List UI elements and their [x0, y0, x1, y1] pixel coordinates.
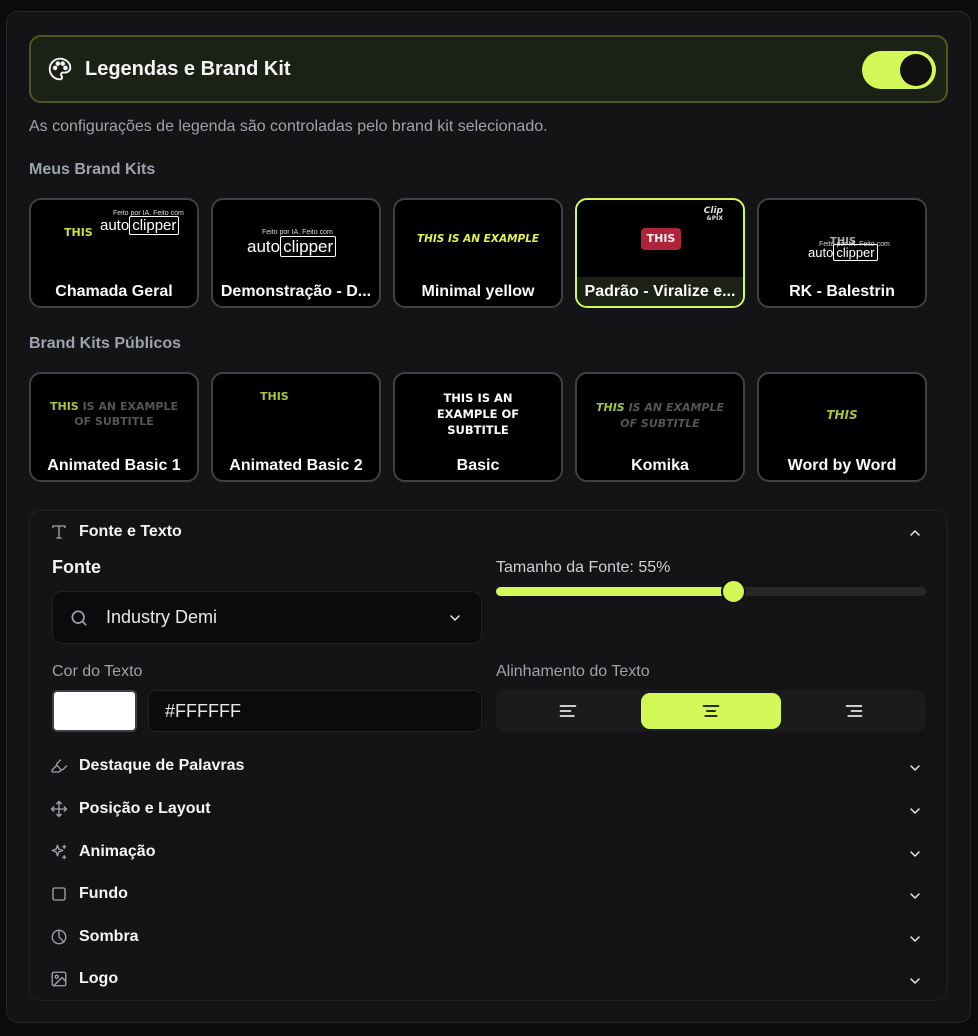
image-icon — [50, 970, 68, 988]
align-center-button[interactable] — [641, 693, 781, 729]
preview-line-2: OF SUBTITLE — [74, 415, 154, 428]
chevron-up-icon[interactable] — [907, 525, 923, 541]
kit-name: Komika — [631, 457, 689, 474]
align-right-icon — [845, 705, 863, 717]
align-center-icon — [702, 705, 720, 717]
text-color-label: Cor do Texto — [52, 663, 143, 680]
brand-kit-card[interactable]: THIS IS AN EXAMPLE Minimal yellow — [393, 198, 563, 308]
preview-text: THIS IS AN EXAMPLE — [416, 233, 540, 245]
type-icon — [50, 523, 68, 541]
public-kit-card[interactable]: THIS Word by Word — [757, 372, 927, 482]
font-section-header[interactable]: Fonte e Texto — [50, 523, 182, 541]
slider-fill — [496, 587, 733, 596]
public-kits-row: THIS IS AN EXAMPLE OF SUBTITLE Animated … — [29, 372, 927, 482]
public-kit-card[interactable]: THIS IS AN EXAMPLE OF SUBTITLE Komika — [575, 372, 745, 482]
font-select[interactable]: Industry Demi — [52, 591, 482, 644]
my-kits-row: THIS Feito por IA. Feito com auto clipper… — [29, 198, 927, 308]
sparkles-icon — [50, 843, 68, 861]
preview-line-1: THIS IS AN EXAMPLE — [49, 400, 178, 413]
move-icon — [50, 800, 68, 818]
preview-text: THIS IS AN EXAMPLE OF SUBTITLE — [436, 391, 520, 437]
kit-name: Chamada Geral — [55, 283, 173, 300]
kit-name: Word by Word — [787, 457, 897, 474]
corner-logo-sub: &PIX — [706, 215, 724, 222]
text-align-group — [496, 690, 926, 732]
chevron-down-icon[interactable] — [907, 760, 923, 776]
legendas-toggle[interactable] — [862, 51, 936, 89]
color-hex-input[interactable]: #FFFFFF — [148, 690, 482, 732]
preview-word: THIS — [826, 408, 858, 422]
toggle-knob — [900, 54, 932, 86]
chevron-down-icon[interactable] — [907, 846, 923, 862]
section-title: Legendas e Brand Kit — [85, 57, 291, 80]
preview-word: THIS — [646, 232, 676, 245]
kit-name: Minimal yellow — [421, 283, 535, 300]
shadow-circle-icon — [50, 928, 68, 946]
chevron-down-icon[interactable] — [907, 931, 923, 947]
font-section-title: Fonte e Texto — [79, 523, 182, 540]
chevron-down-icon[interactable] — [907, 803, 923, 819]
align-right-button[interactable] — [784, 693, 924, 729]
kit-name: Basic — [456, 457, 500, 474]
section-posicao-layout[interactable]: Posição e Layout — [50, 800, 211, 818]
preview-line-2: OF SUBTITLE — [620, 417, 700, 430]
autoclipper-logo: auto clipper — [100, 216, 180, 235]
brand-kit-card-selected[interactable]: THIS Clip &PIX Padrão - Viralize e... — [575, 198, 745, 308]
preview-word: THIS — [64, 226, 93, 239]
section-sombra[interactable]: Sombra — [50, 928, 139, 946]
color-swatch[interactable] — [52, 690, 137, 732]
section-fundo[interactable]: Fundo — [50, 885, 128, 903]
font-label: Fonte — [52, 557, 101, 577]
section-logo[interactable]: Logo — [50, 970, 118, 988]
highlighter-icon — [50, 757, 68, 775]
section-destaque-palavras[interactable]: Destaque de Palavras — [50, 757, 244, 775]
kit-name: Animated Basic 1 — [47, 457, 181, 474]
brand-kit-card[interactable]: Feito por IA. Feito com auto clipper Demo… — [211, 198, 381, 308]
kit-name: Animated Basic 2 — [229, 457, 363, 474]
palette-icon — [48, 57, 72, 81]
brand-kit-card[interactable]: THIS Feito por IA. Feito com auto clipper… — [29, 198, 199, 308]
autoclipper-logo: auto clipper — [808, 244, 878, 261]
kit-name: Padrão - Viralize e... — [577, 277, 743, 306]
logo-tagline: Feito por IA. Feito com — [262, 229, 333, 236]
preview-word: THIS — [260, 390, 289, 403]
my-kits-label: Meus Brand Kits — [29, 161, 156, 178]
search-icon — [71, 610, 87, 625]
preview-line-1: THIS IS AN EXAMPLE — [595, 401, 724, 414]
chevron-down-icon — [450, 615, 460, 621]
align-left-icon — [559, 705, 577, 717]
kit-name: RK - Balestrin — [789, 283, 895, 300]
public-kit-card[interactable]: THIS IS AN EXAMPLE OF SUBTITLE Animated … — [29, 372, 199, 482]
autoclipper-logo: auto clipper — [247, 236, 337, 257]
align-left-button[interactable] — [498, 693, 638, 729]
kit-name: Demonstração - D... — [220, 283, 372, 300]
legendas-header: Legendas e Brand Kit — [29, 35, 948, 103]
public-kit-card[interactable]: THIS IS AN EXAMPLE OF SUBTITLE Basic — [393, 372, 563, 482]
brand-kit-card[interactable]: THIS Feito por IA. Feito com auto clipper… — [757, 198, 927, 308]
public-kit-card[interactable]: THIS Animated Basic 2 — [211, 372, 381, 482]
chevron-down-icon[interactable] — [907, 888, 923, 904]
square-icon — [50, 885, 68, 903]
section-animacao[interactable]: Animação — [50, 843, 155, 861]
caption-settings-panel: Legendas e Brand Kit As configurações de… — [6, 11, 971, 1023]
text-align-label: Alinhamento do Texto — [496, 663, 650, 680]
font-size-label: Tamanho da Fonte: 55% — [496, 559, 671, 576]
public-kits-label: Brand Kits Públicos — [29, 335, 182, 352]
font-size-slider[interactable] — [496, 579, 926, 604]
font-value: Industry Demi — [106, 607, 218, 627]
font-text-section: Fonte e Texto Fonte Industry Demi Tamanh… — [29, 510, 948, 1001]
slider-thumb[interactable] — [720, 579, 746, 604]
chevron-down-icon[interactable] — [907, 973, 923, 989]
description-text: As configurações de legenda são controla… — [29, 118, 548, 135]
